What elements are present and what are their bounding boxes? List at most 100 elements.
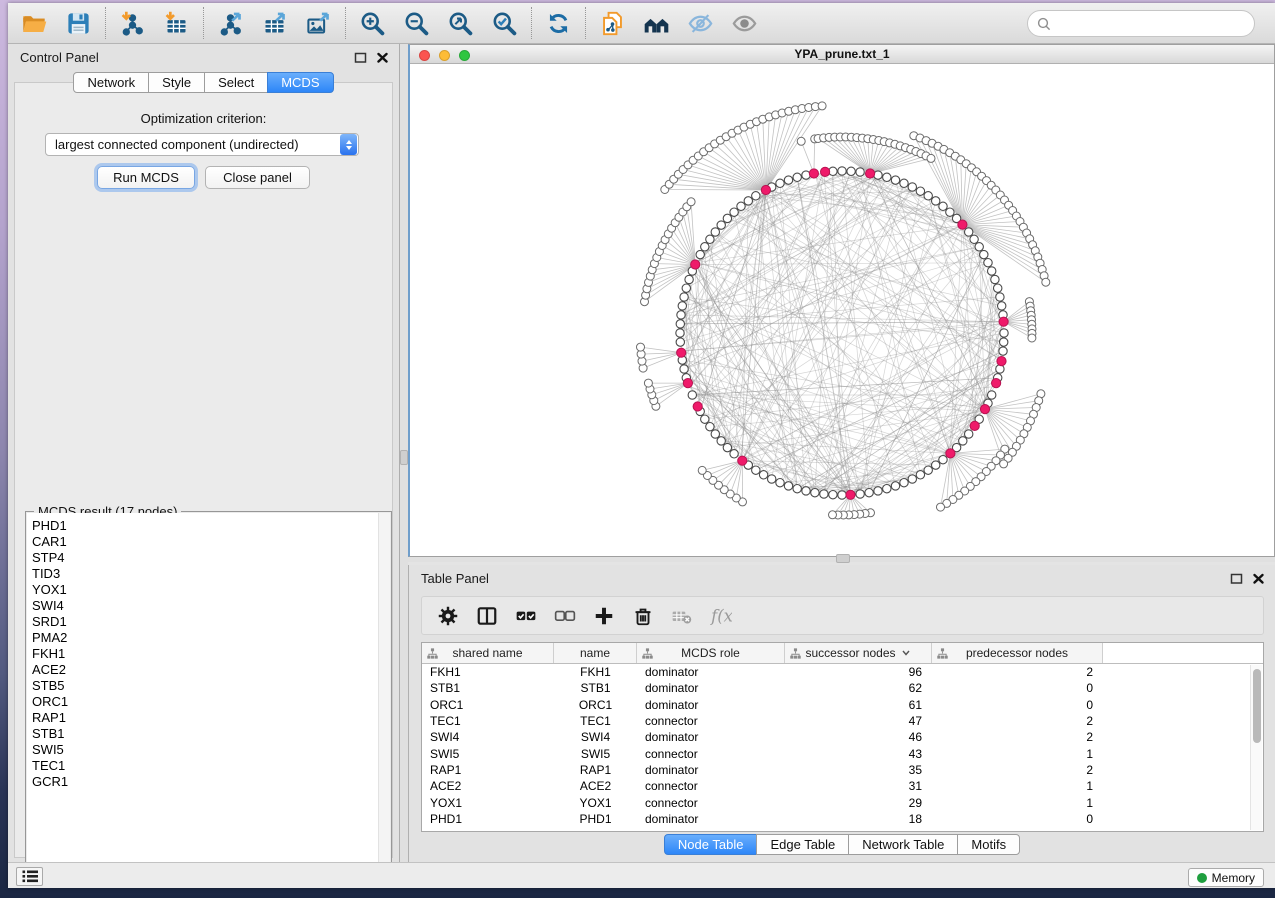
zoom-fit-button[interactable] [447,10,474,37]
select-all-columns-button[interactable] [515,605,537,627]
network-graph[interactable] [410,65,1275,557]
result-node[interactable]: PHD1 [32,518,376,534]
splitter-grip[interactable] [400,450,408,465]
table-mode-gear-button[interactable] [437,605,459,627]
network-canvas[interactable] [410,65,1274,556]
cell: connector [637,714,785,728]
tab-network-table[interactable]: Network Table [848,834,958,855]
horizontal-splitter[interactable] [408,557,1275,562]
tab-mcds[interactable]: MCDS [267,72,333,93]
duplicate-network-button[interactable] [599,10,626,37]
export-table-button[interactable] [261,10,288,37]
table-row[interactable]: YOX1YOX1connector291 [422,794,1263,810]
result-node[interactable]: PMA2 [32,630,376,646]
result-list-scrollbar[interactable] [378,513,390,876]
table-row[interactable]: ORC1ORC1dominator610 [422,697,1263,713]
table-scrollbar[interactable] [1250,665,1262,830]
zoom-in-button[interactable] [359,10,386,37]
zoom-selected-button[interactable] [491,10,518,37]
table-row[interactable]: RAP1RAP1dominator352 [422,762,1263,778]
splitter-grip[interactable] [836,554,850,563]
cell: 62 [785,681,932,695]
memory-button[interactable]: Memory [1188,868,1264,887]
search-input[interactable] [1057,16,1245,31]
result-node[interactable]: SWI4 [32,598,376,614]
mcds-result-list[interactable]: PHD1CAR1STP4TID3YOX1SWI4SRD1PMA2FKH1ACE2… [27,513,390,876]
result-node[interactable]: SRD1 [32,614,376,630]
result-node[interactable]: FKH1 [32,646,376,662]
tab-select[interactable]: Select [204,72,268,93]
create-column-button[interactable] [593,605,615,627]
tab-style[interactable]: Style [148,72,205,93]
zoom-out-button[interactable] [403,10,430,37]
run-mcds-button[interactable]: Run MCDS [97,166,195,189]
result-node[interactable]: STB1 [32,726,376,742]
result-node[interactable]: STB5 [32,678,376,694]
mcds-panel: Optimization criterion: largest connecte… [14,82,393,858]
cell: 1 [932,779,1103,793]
cell: dominator [637,681,785,695]
column-header-successor-nodes[interactable]: successor nodes [785,643,932,663]
cell: SWI5 [554,747,637,761]
result-node[interactable]: TEC1 [32,758,376,774]
cell: PHD1 [422,812,554,826]
export-image-button[interactable] [305,10,332,37]
result-node[interactable]: CAR1 [32,534,376,550]
task-history-button[interactable] [16,867,43,886]
deselect-all-columns-button[interactable] [554,605,576,627]
export-network-button[interactable] [217,10,244,37]
result-node[interactable]: SWI5 [32,742,376,758]
result-node[interactable]: ORC1 [32,694,376,710]
table-row[interactable]: ACE2ACE2connector311 [422,778,1263,794]
delete-columns-button[interactable] [632,605,654,627]
show-all-button[interactable] [731,10,758,37]
result-node[interactable]: TID3 [32,566,376,582]
table-row[interactable]: FKH1FKH1dominator962 [422,664,1263,680]
delete-columns-icon [632,605,654,627]
table-row[interactable]: STB1STB1dominator620 [422,680,1263,696]
column-header-shared-name[interactable]: shared name [422,643,554,663]
search-box[interactable] [1027,10,1255,37]
node-table[interactable]: shared namenameMCDS rolesuccessor nodesp… [421,642,1264,832]
refresh-view-button[interactable] [545,10,572,37]
show-columns-button[interactable] [476,605,498,627]
close-panel-icon[interactable] [376,51,389,64]
save-session-button[interactable] [65,10,92,37]
table-row[interactable]: SWI5SWI5connector431 [422,745,1263,761]
close-panel-button[interactable]: Close panel [205,166,310,189]
hide-selected-button[interactable] [687,10,714,37]
cell: PHD1 [554,812,637,826]
table-row[interactable]: SWI4SWI4dominator462 [422,729,1263,745]
first-neighbors-button[interactable] [643,10,670,37]
criterion-select[interactable]: largest connected component (undirected) [45,133,359,156]
cell: 35 [785,763,932,777]
import-table-button[interactable] [163,10,190,37]
result-node[interactable]: YOX1 [32,582,376,598]
mcds-result-box: MCDS result (17 nodes) PHD1CAR1STP4TID3Y… [25,511,392,878]
tab-edge-table[interactable]: Edge Table [756,834,849,855]
tab-network[interactable]: Network [73,72,149,93]
result-node[interactable]: RAP1 [32,710,376,726]
column-header-name[interactable]: name [554,643,637,663]
tab-node-table[interactable]: Node Table [664,834,758,855]
import-network-button[interactable] [119,10,146,37]
cell: SWI4 [422,730,554,744]
column-header-predecessor-nodes[interactable]: predecessor nodes [932,643,1103,663]
result-node[interactable]: ACE2 [32,662,376,678]
tab-motifs[interactable]: Motifs [957,834,1020,855]
function-builder-button: f(x) [710,605,732,627]
vertical-splitter[interactable] [400,44,408,862]
open-file-button[interactable] [21,10,48,37]
scrollbar-thumb[interactable] [1253,669,1261,743]
close-panel-icon[interactable] [1252,572,1265,585]
cell: 18 [785,812,932,826]
float-panel-icon[interactable] [354,51,367,64]
table-row[interactable]: PHD1PHD1dominator180 [422,811,1263,827]
table-row[interactable]: TEC1TEC1connector472 [422,713,1263,729]
result-node[interactable]: GCR1 [32,774,376,790]
float-panel-icon[interactable] [1230,572,1243,585]
show-columns-icon [476,605,498,627]
column-header-MCDS-role[interactable]: MCDS role [637,643,785,663]
result-node[interactable]: STP4 [32,550,376,566]
network-titlebar[interactable]: YPA_prune.txt_1 [410,45,1274,64]
